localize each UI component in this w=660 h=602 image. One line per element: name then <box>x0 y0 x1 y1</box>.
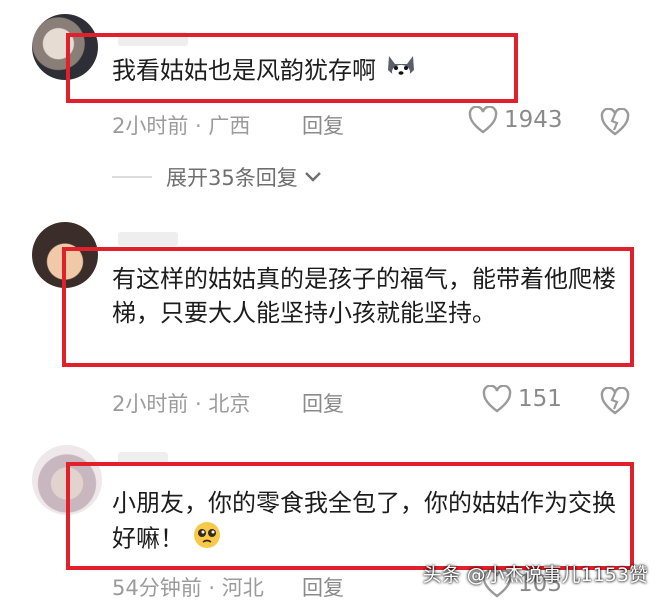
reply-button[interactable]: 回复 <box>302 110 344 140</box>
username-blurred[interactable] <box>118 232 178 246</box>
dislike-heart-icon[interactable] <box>600 387 630 415</box>
heart-icon <box>468 106 498 134</box>
comment-meta: 2小时前 · 广西 <box>112 114 251 138</box>
reply-button[interactable]: 回复 <box>302 572 344 602</box>
like-count: 1943 <box>504 107 563 133</box>
pleading-face-emoji <box>192 520 222 559</box>
divider <box>112 176 152 178</box>
reply-button[interactable]: 回复 <box>302 388 344 418</box>
heart-icon <box>482 385 512 413</box>
comment-text: 小朋友，你的零食我全包了，你的姑姑作为交换好嘛！ <box>112 486 617 559</box>
like-button[interactable]: 1943 <box>468 106 563 134</box>
expand-replies[interactable]: 展开35条回复 <box>112 162 322 192</box>
like-count: 151 <box>518 386 562 412</box>
comment-text: 我看姑姑也是风韵犹存啊 <box>112 52 502 91</box>
like-button[interactable]: 151 <box>482 385 562 413</box>
comment-meta: 54分钟前 · 河北 <box>112 576 264 600</box>
chevron-down-icon <box>304 171 322 183</box>
watermark: 头条 @小杰说事儿1153赞 <box>422 564 648 586</box>
comment-text: 有这样的姑姑真的是孩子的福气，能带着他爬楼梯，只要大人能坚持小孩就能坚持。 <box>112 265 616 327</box>
dislike-heart-icon[interactable] <box>600 108 630 136</box>
comment-meta: 2小时前 · 北京 <box>112 392 251 416</box>
husky-emoji <box>384 52 418 91</box>
expand-replies-label: 展开35条回复 <box>166 166 298 190</box>
